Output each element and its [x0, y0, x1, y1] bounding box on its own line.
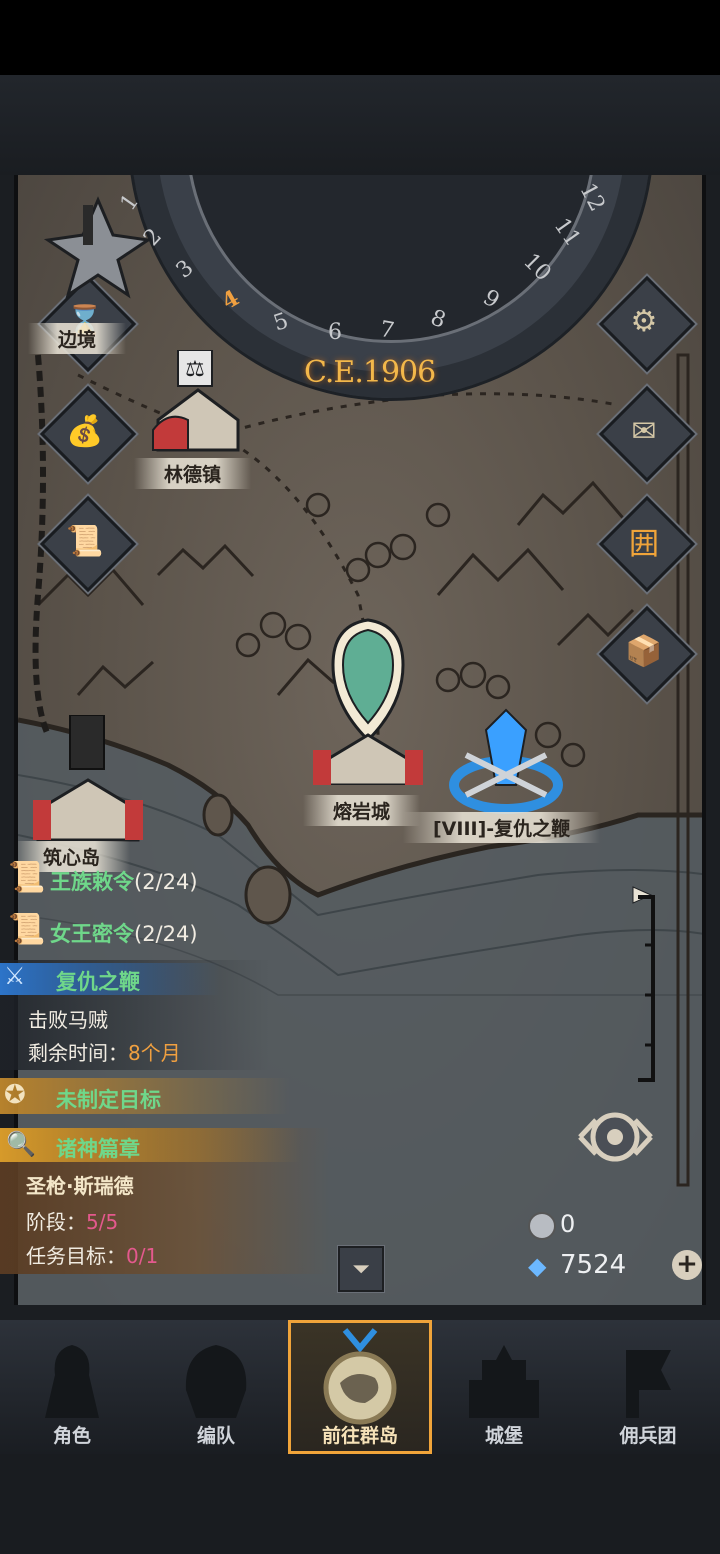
- main-quest-time: 剩余时间：8个月: [28, 1037, 181, 1066]
- scroll-icon: 📜: [66, 523, 104, 559]
- quest-queen-order-progress: (2/24): [134, 922, 198, 946]
- gods-chapter-header: [0, 1128, 300, 1162]
- nav-castle[interactable]: 城堡: [432, 1320, 576, 1454]
- nav-archipelago[interactable]: 前往群岛: [288, 1320, 432, 1454]
- castle-icon: [469, 1345, 539, 1418]
- quest-royal-decree-text: 王族敕令(2/24): [50, 866, 198, 896]
- status-bar: [0, 0, 720, 75]
- gods-chapter-stage: 阶段：5/5: [26, 1206, 118, 1235]
- locate-button[interactable]: [558, 1100, 673, 1175]
- header-band: [0, 75, 720, 175]
- nav-character[interactable]: 角色: [0, 1320, 144, 1454]
- mail-icon: ✉: [631, 413, 657, 449]
- supplies-icon: 📦: [625, 633, 663, 669]
- nav-formation-label: 编队: [196, 1425, 235, 1447]
- quest-royal-decree-label: 王族敕令: [50, 870, 134, 894]
- crystal-amount: 7524: [560, 1250, 627, 1280]
- gods-chapter-hero: 圣枪·斯瑞德: [26, 1174, 134, 1198]
- collapse-panel-button[interactable]: ⏷: [338, 1246, 384, 1292]
- main-quest[interactable]: ⚔ 复仇之鞭 击败马贼 剩余时间：8个月: [0, 960, 270, 1070]
- lindetown-castle-icon[interactable]: ⚖: [148, 350, 248, 460]
- magnifier-icon: 🔍: [6, 1130, 36, 1158]
- nav-castle-label: 城堡: [484, 1425, 523, 1447]
- gods-chapter[interactable]: 🔍 诸神篇章 圣枪·斯瑞德 阶段：5/5 任务目标：0/1: [0, 1128, 330, 1274]
- nav-mercenaries[interactable]: 佣兵团: [576, 1320, 720, 1454]
- calendar-icon: 囲: [629, 527, 659, 562]
- helmet-icon: [185, 1345, 247, 1418]
- banner-hand-icon: [626, 1350, 671, 1418]
- gods-target-label: 任务目标：: [26, 1244, 126, 1268]
- gods-chapter-target: 任务目标：0/1: [26, 1240, 158, 1269]
- main-quest-time-label: 剩余时间：: [28, 1041, 128, 1065]
- heart-island-castle-icon[interactable]: [28, 715, 148, 845]
- army-marker-icon[interactable]: [446, 700, 566, 820]
- gods-chapter-title: 诸神篇章: [56, 1137, 140, 1161]
- main-quest-task: 击败马贼: [28, 1008, 108, 1032]
- nav-character-label: 角色: [52, 1425, 91, 1447]
- compass-globe-icon: [323, 1328, 397, 1425]
- quest-royal-decree-progress: (2/24): [134, 870, 198, 894]
- goal-label: 未制定目标: [56, 1088, 161, 1112]
- target-icon: ✪: [4, 1080, 26, 1110]
- crystal-icon: ◆: [528, 1252, 547, 1280]
- place-label-lindetown: 林德镇: [134, 458, 252, 489]
- gear-icon: ⚙: [630, 303, 658, 339]
- svg-text:⚖: ⚖: [185, 357, 205, 382]
- gods-stage-label: 阶段：: [26, 1210, 86, 1234]
- nav-archipelago-label: 前往群岛: [321, 1425, 398, 1447]
- silver-amount: 0: [560, 1210, 576, 1238]
- month-6: 6: [328, 320, 342, 345]
- goal-button[interactable]: ✪ 未制定目标: [0, 1078, 290, 1114]
- main-quest-title: 复仇之鞭: [56, 970, 140, 994]
- nav-mercenaries-label: 佣兵团: [619, 1425, 677, 1447]
- zoom-slider[interactable]: [623, 885, 663, 1085]
- place-label-border: 边境: [28, 323, 127, 354]
- gods-stage-value: 5/5: [86, 1210, 119, 1234]
- sealed-scroll-icon: 📜: [8, 912, 46, 947]
- money-bag-icon: 💰: [66, 413, 104, 449]
- crossed-swords-icon: ⚔: [4, 962, 26, 990]
- knight-icon: [45, 1345, 99, 1418]
- quest-queen-order-label: 女王密令: [50, 922, 134, 946]
- gods-target-value: 0/1: [126, 1244, 159, 1268]
- silver-coin-icon: [528, 1212, 556, 1240]
- calendar-year: C.E.1906: [304, 355, 436, 390]
- place-label-revenge-whip: [VIII]-复仇之鞭: [403, 812, 601, 843]
- quest-queen-order-text: 女王密令(2/24): [50, 918, 198, 948]
- border-fort-icon[interactable]: [43, 195, 153, 305]
- scroll-icon: 📜: [8, 860, 46, 895]
- main-quest-time-value: 8个月: [128, 1041, 181, 1065]
- bottom-nav: 角色 编队 前往群岛 城堡 佣兵团: [0, 1320, 720, 1454]
- add-crystal-button[interactable]: +: [672, 1250, 702, 1280]
- home-indicator-area: [0, 1454, 720, 1554]
- plus-icon: +: [676, 1249, 698, 1279]
- lava-city-icon[interactable]: [308, 615, 428, 785]
- chevron-down-icon: ⏷: [352, 1256, 370, 1282]
- nav-formation[interactable]: 编队: [144, 1320, 288, 1454]
